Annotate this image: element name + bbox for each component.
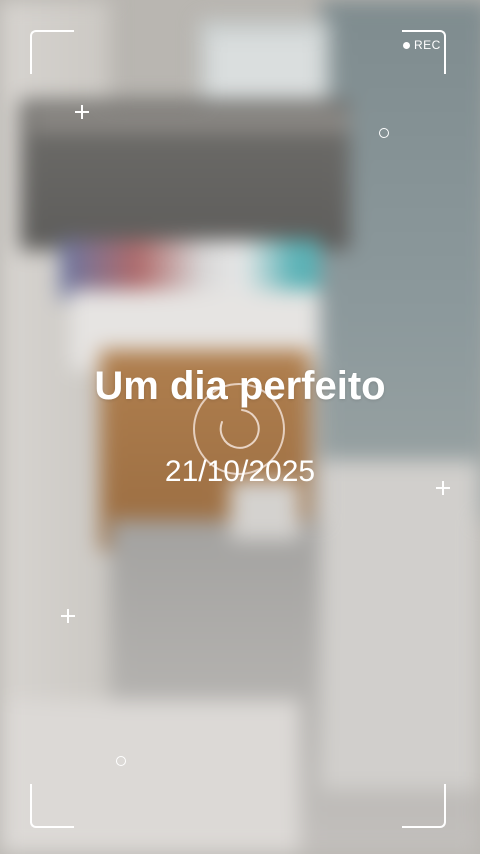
- frame-corner-bottom-left: [30, 784, 74, 828]
- plus-icon: [61, 609, 75, 623]
- overlay-title: Um dia perfeito: [94, 364, 386, 408]
- frame-corner-bottom-right: [402, 784, 446, 828]
- rec-indicator: REC: [403, 38, 441, 52]
- ring-icon: [379, 128, 389, 138]
- frame-corner-top-right: [402, 30, 446, 74]
- viewfinder-overlay: REC Um dia perfeito 21/10/2025: [0, 0, 480, 854]
- frame-corner-top-left: [30, 30, 74, 74]
- overlay-date: 21/10/2025: [164, 455, 316, 488]
- rec-label: REC: [414, 38, 441, 52]
- record-dot-icon: [403, 41, 410, 49]
- plus-icon: [75, 105, 89, 119]
- ring-icon: [116, 756, 126, 766]
- camera-view: REC Um dia perfeito 21/10/2025: [0, 0, 480, 854]
